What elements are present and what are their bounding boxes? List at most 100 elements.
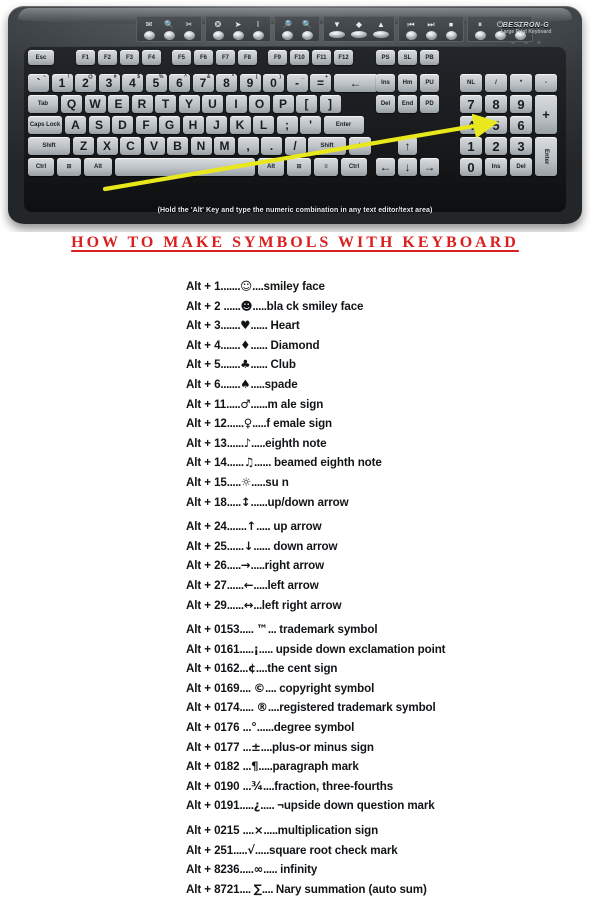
- key-i[interactable]: I: [225, 95, 247, 113]
- key-.[interactable]: .: [261, 137, 282, 155]
- key-][interactable]: ]: [319, 95, 341, 113]
- text-cursor-icon[interactable]: I: [249, 19, 267, 40]
- key-space[interactable]: [115, 158, 255, 176]
- key-del[interactable]: Del: [376, 95, 395, 113]
- key-f4[interactable]: F4: [142, 50, 161, 65]
- key-f10[interactable]: F10: [290, 50, 309, 65]
- key-2[interactable]: @2: [75, 74, 96, 92]
- key-,[interactable]: ,: [237, 137, 259, 155]
- key-3[interactable]: #3: [98, 74, 120, 92]
- key-ps[interactable]: PS: [376, 50, 395, 65]
- key-=[interactable]: + =: [310, 74, 331, 92]
- key-shift-right[interactable]: Shift: [308, 137, 346, 155]
- key-f6[interactable]: F6: [194, 50, 213, 65]
- numpad-7[interactable]: 7: [460, 95, 482, 113]
- key-shift-left[interactable]: Shift: [28, 137, 70, 155]
- key-;[interactable]: ;: [276, 116, 298, 134]
- media-stop-icon[interactable]: ⏹: [442, 19, 460, 40]
- key-backslash[interactable]: \: [349, 137, 371, 155]
- key-f2[interactable]: F2: [98, 50, 117, 65]
- key-p[interactable]: P: [272, 95, 294, 113]
- key-m[interactable]: M: [214, 137, 235, 155]
- key-hm[interactable]: Hm: [398, 74, 417, 92]
- key-a[interactable]: A: [65, 116, 86, 134]
- key-pd[interactable]: PD: [420, 95, 439, 113]
- key-pu[interactable]: PU: [420, 74, 439, 92]
- numpad-4[interactable]: 4: [460, 116, 482, 134]
- key-1[interactable]: ! 1: [51, 74, 73, 92]
- key-caps-lock[interactable]: Caps Lock: [28, 116, 62, 134]
- key-f[interactable]: F: [135, 116, 157, 134]
- numpad-plus[interactable]: +: [535, 95, 557, 134]
- key-f5[interactable]: F5: [172, 50, 191, 65]
- email-icon[interactable]: ✉: [140, 19, 158, 40]
- key-end[interactable]: End: [398, 95, 417, 113]
- numpad-1[interactable]: 1: [460, 137, 482, 155]
- key-arrow-up[interactable]: ↑: [398, 137, 417, 155]
- key-f8[interactable]: F8: [238, 50, 257, 65]
- key-0[interactable]: ) 0: [263, 74, 284, 92]
- key-ctrl-right[interactable]: Ctrl: [341, 158, 367, 176]
- key-s[interactable]: S: [88, 116, 110, 134]
- key-g[interactable]: G: [159, 116, 180, 134]
- key-q[interactable]: Q: [61, 95, 82, 113]
- numpad-6[interactable]: 6: [510, 116, 532, 134]
- key-ins[interactable]: Ins: [376, 74, 395, 92]
- key-f9[interactable]: F9: [268, 50, 287, 65]
- key-`[interactable]: ~ `: [28, 74, 49, 92]
- volume-up-icon[interactable]: ▲: [371, 19, 391, 40]
- key-y[interactable]: Y: [178, 95, 200, 113]
- key-t[interactable]: T: [155, 95, 176, 113]
- key-b[interactable]: B: [167, 137, 188, 155]
- key-f11[interactable]: F11: [312, 50, 331, 65]
- key-k[interactable]: K: [229, 116, 251, 134]
- key-8[interactable]: * 8: [216, 74, 237, 92]
- key-h[interactable]: H: [182, 116, 204, 134]
- key-arrow-down[interactable]: ↓: [398, 158, 417, 176]
- key-/[interactable]: /: [284, 137, 306, 155]
- key-c[interactable]: C: [120, 137, 141, 155]
- zoom-in-icon[interactable]: 🔎: [278, 19, 296, 40]
- numpad-nl[interactable]: NL: [460, 74, 482, 92]
- win-icon-right[interactable]: ⊞: [287, 158, 311, 176]
- key-[[interactable]: [: [296, 95, 317, 113]
- key-6[interactable]: ^ 6: [169, 74, 190, 92]
- numpad-*[interactable]: *: [510, 74, 532, 92]
- key-r[interactable]: R: [131, 95, 153, 113]
- key-alt-left[interactable]: Alt: [84, 158, 112, 176]
- key-n[interactable]: N: [190, 137, 212, 155]
- search-icon[interactable]: 🔍: [160, 19, 178, 40]
- key-5[interactable]: % 5: [145, 74, 167, 92]
- key-4[interactable]: $4: [122, 74, 143, 92]
- numpad-enter[interactable]: Enter: [535, 137, 557, 176]
- key-f7[interactable]: F7: [216, 50, 235, 65]
- key-arrow-left[interactable]: ←: [376, 158, 395, 176]
- key-alt-right[interactable]: Alt: [258, 158, 284, 176]
- key-backspace[interactable]: ←: [333, 74, 378, 92]
- key-esc[interactable]: Esc: [28, 50, 54, 65]
- key-'[interactable]: ': [300, 116, 321, 134]
- key-arrow-right[interactable]: →: [420, 158, 439, 176]
- key-f3[interactable]: F3: [120, 50, 139, 65]
- key-z[interactable]: Z: [73, 137, 94, 155]
- key-enter[interactable]: Enter: [323, 116, 364, 134]
- key-pb[interactable]: PB: [420, 50, 439, 65]
- numpad-8[interactable]: 8: [485, 95, 507, 113]
- browser-icon[interactable]: ❂: [209, 19, 227, 40]
- key-w[interactable]: W: [84, 95, 106, 113]
- key-sl[interactable]: SL: [398, 50, 417, 65]
- key-tab[interactable]: Tab: [28, 95, 58, 113]
- key-7[interactable]: & 7: [192, 74, 214, 92]
- key-9[interactable]: (9: [239, 74, 261, 92]
- numpad-del[interactable]: Del: [510, 158, 532, 176]
- tools-icon[interactable]: ✂: [180, 19, 198, 40]
- zoom-out-icon[interactable]: 🔍: [298, 19, 316, 40]
- key-l[interactable]: L: [253, 116, 274, 134]
- key-u[interactable]: U: [202, 95, 223, 113]
- numpad-5[interactable]: 5: [485, 116, 507, 134]
- volume-mute-icon[interactable]: ◆: [349, 19, 369, 40]
- numpad-0[interactable]: 0: [460, 158, 482, 176]
- cursor-icon[interactable]: ➤: [229, 19, 247, 40]
- key-d[interactable]: D: [112, 116, 133, 134]
- numpad-2[interactable]: 2: [485, 137, 507, 155]
